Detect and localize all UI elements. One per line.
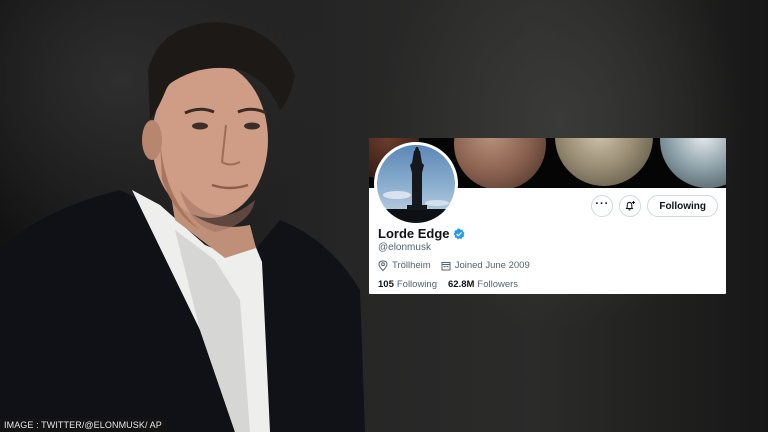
banner-planet [660,138,726,188]
join-date-text: Joined June 2009 [454,260,530,271]
following-label: Following [396,279,437,290]
profile-actions: ··· Following [591,194,718,218]
notification-bell-plus-icon [625,201,636,211]
join-date: Joined June 2009 [441,260,530,271]
more-icon: ··· [595,198,610,210]
profile-meta: Tröllheim Joined June 2009 [378,260,530,271]
location: Tröllheim [378,260,431,271]
following-count: 105 [378,279,394,290]
location-pin-icon [378,260,388,271]
verified-badge-icon [453,228,465,239]
suit-jacket-right [255,220,365,432]
display-name-text: Lorde Edge [378,226,450,241]
more-options-button[interactable]: ··· [591,195,614,217]
banner-planet [555,138,653,186]
banner-planet [454,138,546,188]
following-stat-link[interactable]: 105 Following [378,279,437,290]
twitter-profile-card: ··· Following Lorde Edge @elonmusk Tröll… [369,138,726,294]
following-button[interactable]: Following [647,195,718,217]
display-name: Lorde Edge [378,226,465,241]
notifications-button[interactable] [619,195,642,217]
followers-stat-link[interactable]: 62.8M Followers [448,279,518,290]
handle: @elonmusk [378,242,431,253]
calendar-icon [441,261,451,270]
location-text: Tröllheim [392,260,431,271]
starship-rocket-image [377,147,455,223]
followers-count: 62.8M [448,279,475,290]
image-credit-caption: IMAGE : TWITTER/@ELONMUSK/ AP [0,418,167,432]
profile-avatar[interactable] [374,142,458,226]
follow-stats: 105 Following 62.8M Followers [378,279,518,290]
followers-label: Followers [477,279,519,290]
